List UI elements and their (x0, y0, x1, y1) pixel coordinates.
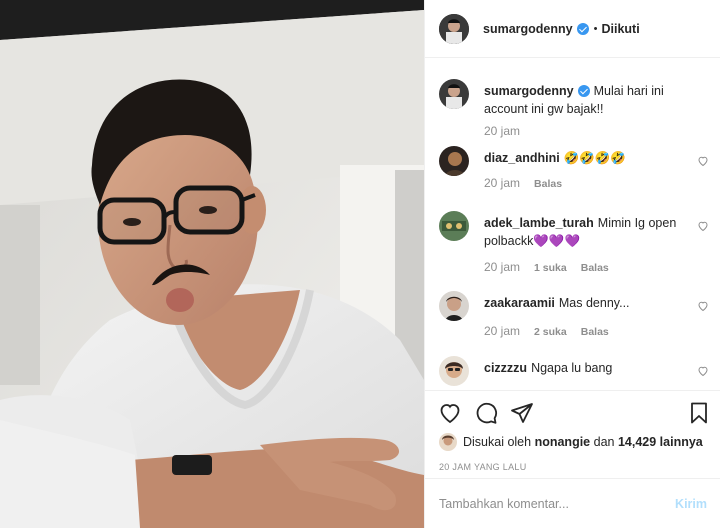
comment-time[interactable]: 20 jam (484, 324, 520, 338)
following-button[interactable]: Diikuti (601, 22, 639, 36)
likes-count[interactable]: 14,429 lainnya (618, 435, 703, 449)
reply-button[interactable]: Balas (581, 262, 609, 274)
caption-avatar[interactable] (439, 79, 469, 109)
comment-username[interactable]: zaakaraamii (484, 296, 555, 310)
verified-badge-icon (576, 22, 589, 35)
author-avatar[interactable] (439, 13, 469, 44)
avatar-image (439, 211, 469, 241)
likes-conj: dan (593, 435, 615, 449)
comment-input[interactable]: Tambahkan komentar... (439, 497, 675, 511)
reply-button[interactable]: Balas (534, 178, 562, 190)
comment-text: Ngapa lu bang (531, 361, 613, 375)
avatar-image (439, 13, 469, 44)
heart-icon[interactable] (438, 401, 462, 425)
post-timestamp[interactable]: 20 JAM YANG LALU (439, 462, 527, 472)
heart-icon[interactable] (697, 300, 709, 312)
commenter-avatar[interactable] (439, 291, 469, 321)
heart-icon[interactable] (697, 155, 709, 167)
like-count[interactable]: 2 suka (534, 326, 567, 338)
liker-avatar (439, 433, 457, 451)
commenter-avatar[interactable] (439, 211, 469, 241)
likes-summary[interactable]: Disukai oleh nonangie dan 14,429 lainnya (439, 433, 703, 451)
comment-icon[interactable] (474, 401, 498, 425)
selfie-image (0, 0, 424, 528)
comment-time[interactable]: 20 jam (484, 176, 520, 190)
avatar-image (439, 356, 469, 386)
comment-username[interactable]: adek_lambe_turah (484, 216, 594, 230)
comment-time[interactable]: 20 jam (484, 260, 520, 274)
heart-icon[interactable] (697, 365, 709, 377)
commenter-avatar[interactable] (439, 146, 469, 176)
like-count[interactable]: 1 suka (534, 262, 567, 274)
avatar-image (439, 433, 457, 451)
comment-text: Mas denny... (558, 296, 630, 310)
comment-username[interactable]: diaz_andhini (484, 151, 560, 165)
caption-username[interactable]: sumargodenny (484, 84, 574, 98)
add-comment-bar: Tambahkan komentar... Kirim (425, 478, 720, 528)
comment-username[interactable]: cizzzzu (484, 361, 527, 375)
post-photo[interactable] (0, 0, 424, 528)
reply-button[interactable]: Balas (581, 326, 609, 338)
bookmark-icon[interactable] (687, 401, 711, 425)
post-header: sumargodenny • Diikuti (425, 0, 720, 58)
comment-text: 🤣🤣🤣🤣 (563, 151, 626, 165)
author-username[interactable]: sumargodenny (483, 22, 573, 36)
heart-icon[interactable] (697, 220, 709, 232)
share-icon[interactable] (510, 401, 534, 425)
post-side-panel: sumargodenny • Diikuti sumargodenny Mulai… (424, 0, 720, 528)
comments-list[interactable]: sumargodenny Mulai hari ini account ini g… (425, 59, 720, 389)
avatar-image (439, 146, 469, 176)
separator-dot: • (593, 22, 598, 35)
caption-time[interactable]: 20 jam (484, 124, 520, 138)
post-actions: Disukai oleh nonangie dan 14,429 lainnya… (425, 390, 720, 478)
avatar-image (439, 291, 469, 321)
avatar-image (439, 79, 469, 109)
likes-prefix: Disukai oleh (463, 435, 532, 449)
commenter-avatar[interactable] (439, 356, 469, 386)
liker-username[interactable]: nonangie (535, 435, 591, 449)
verified-badge-icon (577, 85, 590, 97)
send-comment-button[interactable]: Kirim (675, 497, 707, 511)
